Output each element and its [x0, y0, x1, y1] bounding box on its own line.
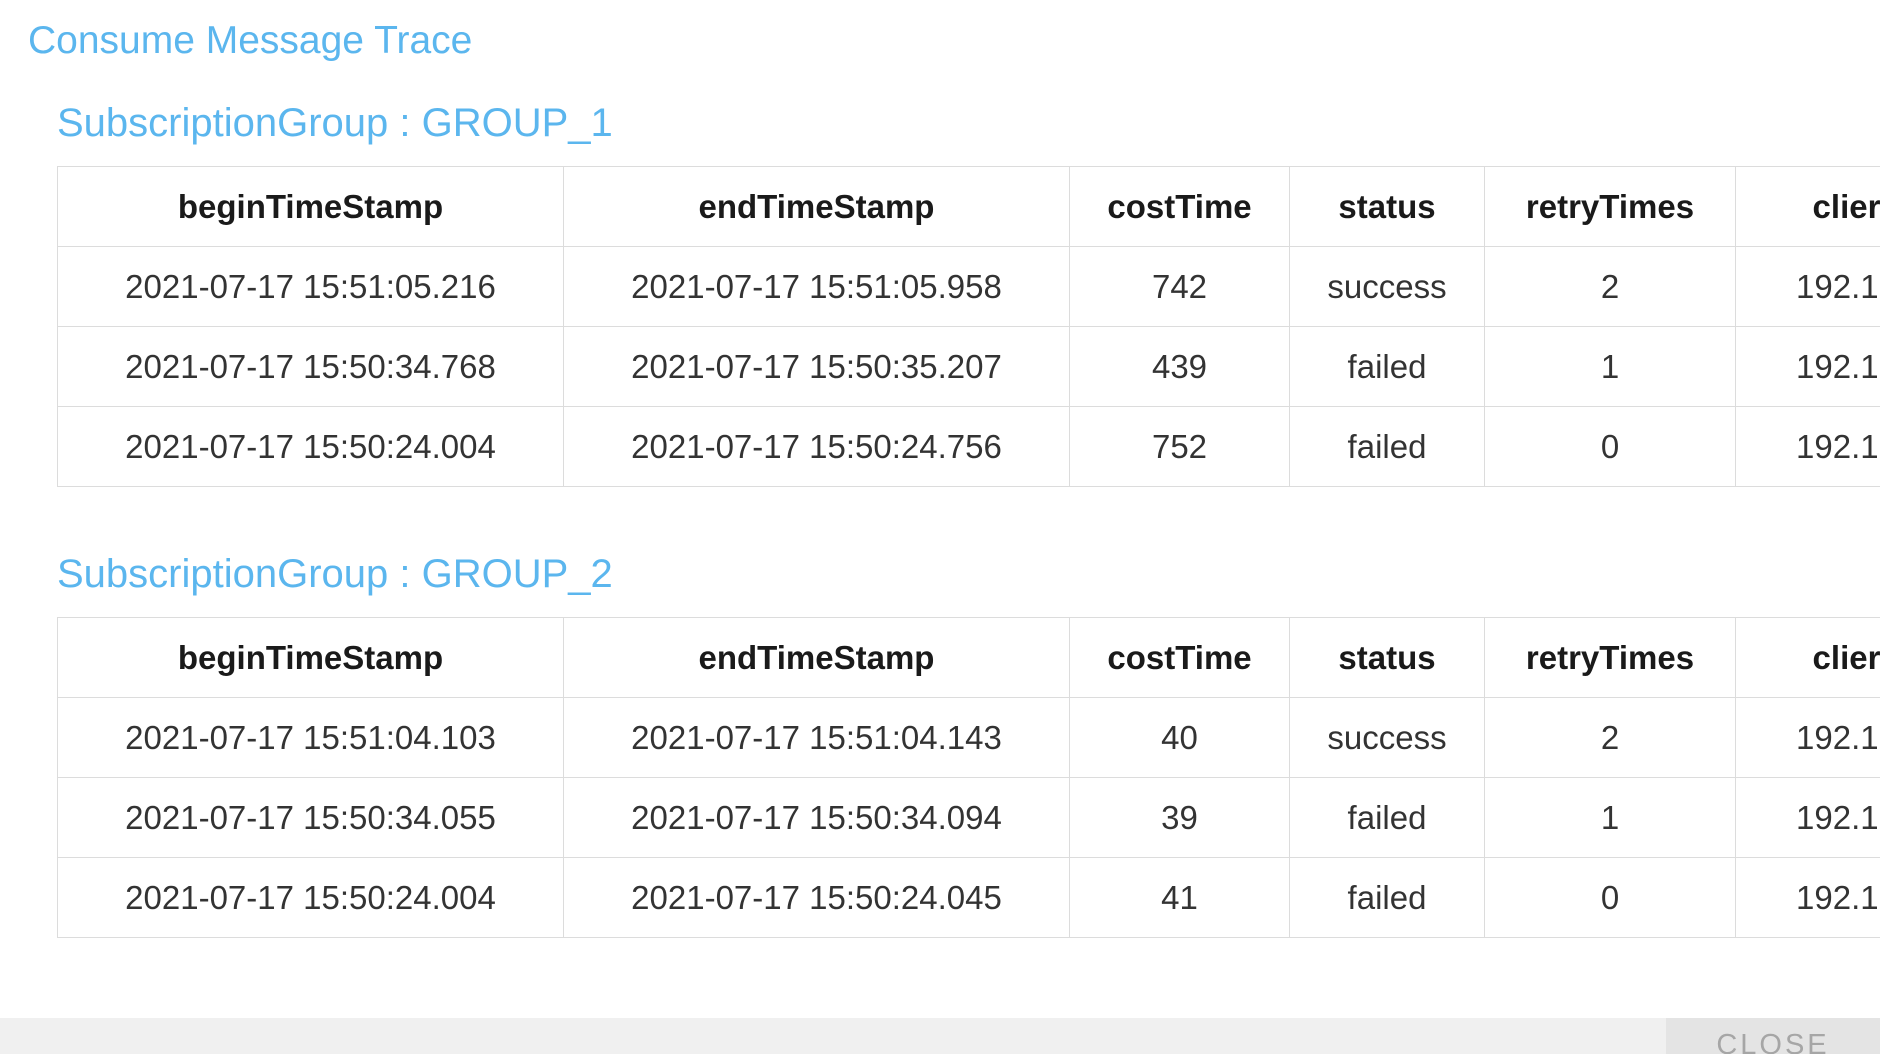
column-header-client: clier [1735, 617, 1880, 698]
status-cell: failed [1289, 777, 1485, 858]
end-timestamp-cell: 2021-07-17 15:50:34.094 [563, 777, 1070, 858]
retry-times-cell: 0 [1484, 857, 1736, 938]
table-header-row: beginTimeStamp endTimeStamp costTime sta… [57, 617, 1880, 698]
table-row: 2021-07-17 15:51:05.216 2021-07-17 15:51… [57, 246, 1880, 327]
column-header-end-timestamp: endTimeStamp [563, 617, 1070, 698]
cost-time-cell: 40 [1069, 697, 1290, 778]
column-header-status: status [1289, 617, 1485, 698]
end-timestamp-cell: 2021-07-17 15:50:35.207 [563, 326, 1070, 407]
table-row: 2021-07-17 15:50:34.055 2021-07-17 15:50… [57, 777, 1880, 858]
status-cell: failed [1289, 857, 1485, 938]
end-timestamp-cell: 2021-07-17 15:51:04.143 [563, 697, 1070, 778]
trace-table-group-1: beginTimeStamp endTimeStamp costTime sta… [57, 166, 1880, 487]
column-header-begin-timestamp: beginTimeStamp [57, 617, 564, 698]
cost-time-cell: 742 [1069, 246, 1290, 327]
status-cell: success [1289, 246, 1485, 327]
begin-timestamp-cell: 2021-07-17 15:51:04.103 [57, 697, 564, 778]
end-timestamp-cell: 2021-07-17 15:51:05.958 [563, 246, 1070, 327]
consume-trace-dialog: Consume Message Trace SubscriptionGroup … [0, 0, 1880, 1054]
cost-time-cell: 39 [1069, 777, 1290, 858]
retry-times-cell: 2 [1484, 246, 1736, 327]
begin-timestamp-cell: 2021-07-17 15:50:24.004 [57, 406, 564, 487]
column-header-status: status [1289, 166, 1485, 247]
column-header-begin-timestamp: beginTimeStamp [57, 166, 564, 247]
table-row: 2021-07-17 15:51:04.103 2021-07-17 15:51… [57, 697, 1880, 778]
cost-time-cell: 752 [1069, 406, 1290, 487]
cost-time-cell: 41 [1069, 857, 1290, 938]
close-button[interactable]: CLOSE [1666, 1018, 1880, 1054]
retry-times-cell: 1 [1484, 777, 1736, 858]
retry-times-cell: 1 [1484, 326, 1736, 407]
column-header-retry-times: retryTimes [1484, 617, 1736, 698]
begin-timestamp-cell: 2021-07-17 15:50:34.768 [57, 326, 564, 407]
status-cell: success [1289, 697, 1485, 778]
begin-timestamp-cell: 2021-07-17 15:51:05.216 [57, 246, 564, 327]
retry-times-cell: 0 [1484, 406, 1736, 487]
dialog-title: Consume Message Trace [28, 19, 473, 62]
begin-timestamp-cell: 2021-07-17 15:50:34.055 [57, 777, 564, 858]
cost-time-cell: 439 [1069, 326, 1290, 407]
client-cell: 192.16 [1735, 326, 1880, 407]
table-header-row: beginTimeStamp endTimeStamp costTime sta… [57, 166, 1880, 247]
column-header-client: clier [1735, 166, 1880, 247]
dialog-footer [0, 1018, 1880, 1054]
client-cell: 192.16 [1735, 406, 1880, 487]
end-timestamp-cell: 2021-07-17 15:50:24.756 [563, 406, 1070, 487]
end-timestamp-cell: 2021-07-17 15:50:24.045 [563, 857, 1070, 938]
column-header-retry-times: retryTimes [1484, 166, 1736, 247]
group-title: SubscriptionGroup : GROUP_2 [57, 552, 613, 596]
status-cell: failed [1289, 326, 1485, 407]
begin-timestamp-cell: 2021-07-17 15:50:24.004 [57, 857, 564, 938]
column-header-cost-time: costTime [1069, 617, 1290, 698]
client-cell: 192.16 [1735, 697, 1880, 778]
table-row: 2021-07-17 15:50:34.768 2021-07-17 15:50… [57, 326, 1880, 407]
table-row: 2021-07-17 15:50:24.004 2021-07-17 15:50… [57, 857, 1880, 938]
table-row: 2021-07-17 15:50:24.004 2021-07-17 15:50… [57, 406, 1880, 487]
client-cell: 192.16 [1735, 857, 1880, 938]
column-header-cost-time: costTime [1069, 166, 1290, 247]
column-header-end-timestamp: endTimeStamp [563, 166, 1070, 247]
client-cell: 192.16 [1735, 246, 1880, 327]
group-title: SubscriptionGroup : GROUP_1 [57, 101, 613, 145]
status-cell: failed [1289, 406, 1485, 487]
client-cell: 192.16 [1735, 777, 1880, 858]
retry-times-cell: 2 [1484, 697, 1736, 778]
trace-table-group-2: beginTimeStamp endTimeStamp costTime sta… [57, 617, 1880, 938]
